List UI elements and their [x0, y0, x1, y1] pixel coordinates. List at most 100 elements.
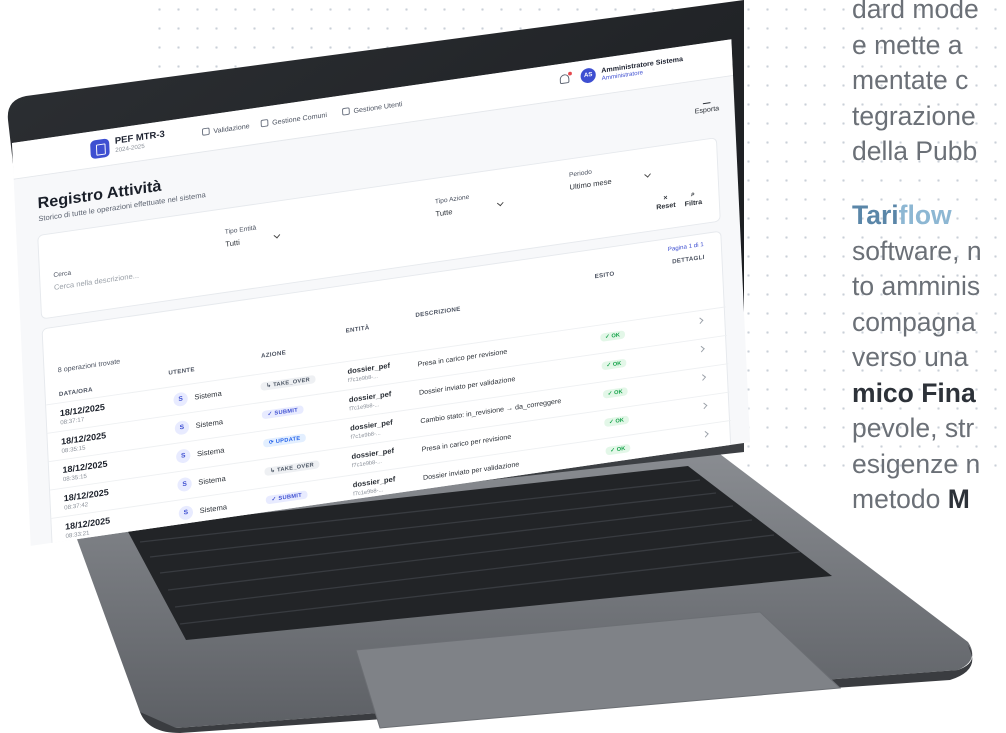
status-badge: ✓ OK — [600, 330, 625, 342]
status-badge: ✓ OK — [605, 443, 631, 456]
cell-user: Sistema — [199, 502, 228, 515]
reset-label: Reset — [656, 200, 676, 212]
cell-description: Dossier inviato per validazione — [418, 374, 516, 397]
copy-line: tegrazione — [852, 100, 976, 131]
chevron-down-icon — [644, 171, 651, 178]
chevron-right-icon[interactable] — [696, 317, 704, 324]
users-icon — [341, 107, 350, 116]
nav-label: Gestione Utenti — [353, 99, 403, 115]
brand-flow: flow — [898, 200, 952, 230]
action-type-select[interactable]: Tutte — [435, 208, 452, 219]
metodo-text: metodo — [852, 484, 948, 514]
copy-line: verso una — [852, 342, 969, 372]
user-avatar: S — [175, 448, 191, 464]
action-label: SUBMIT — [278, 492, 303, 502]
bell-icon[interactable] — [559, 73, 570, 85]
check-icon — [201, 127, 210, 136]
user-avatar: S — [173, 391, 189, 408]
filter-button[interactable]: ⌕ Filtra — [684, 188, 702, 208]
period-label: Periodo — [568, 169, 593, 179]
action-label: UPDATE — [275, 435, 301, 446]
cell-entity: dossier_pef — [347, 361, 391, 376]
search-label: Cerca — [53, 269, 72, 279]
copy-line: software, n — [852, 235, 982, 266]
copy-line: pevole, str — [852, 413, 975, 443]
col-header-user: UTENTE — [168, 366, 195, 377]
pagination-info: Pagina 1 di 1 — [667, 241, 704, 254]
copy-line: mentate c — [852, 65, 969, 95]
col-header-details: DETTAGLI — [671, 254, 705, 266]
brand-tari: Tari — [852, 200, 899, 230]
avatar[interactable]: AS — [580, 67, 597, 84]
cell-entity-id: f7c1e9b8-... — [351, 459, 383, 470]
action-label: SUBMIT — [274, 407, 299, 417]
period-select[interactable]: Ultimo mese — [569, 177, 611, 191]
copy-line: compagna — [852, 306, 976, 337]
cell-user: Sistema — [194, 389, 222, 402]
results-count: 8 operazioni trovate — [57, 356, 121, 375]
user-avatar: S — [174, 419, 190, 436]
cell-description: Presa in carico per revisione — [421, 432, 512, 454]
cell-entity: dossier_pef — [351, 446, 395, 461]
status-label: OK — [613, 389, 623, 397]
paragraph-2: Tariflow software, n to amminis compagna… — [852, 198, 1006, 518]
copy-line: to amminis — [852, 271, 981, 301]
building-icon — [260, 118, 269, 128]
copy-line-bold: mico Fina — [852, 376, 1006, 412]
bold-text: mico Fina — [852, 377, 976, 408]
col-header-date: DATA/ORA — [58, 386, 93, 398]
app-logo-icon[interactable] — [90, 138, 110, 160]
brand-line: Tariflow — [852, 198, 1006, 234]
user-avatar: S — [177, 476, 193, 493]
action-label: TAKE_OVER — [273, 377, 311, 389]
export-label: Esporta — [694, 103, 720, 116]
cell-entity: dossier_pef — [348, 389, 392, 405]
cell-user: Sistema — [196, 446, 225, 459]
paragraph-1: dard mode e mette a mentate c tegrazione… — [852, 0, 1006, 170]
copy-line: esigenze n — [852, 448, 981, 479]
action-badge: ↳ TAKE_OVER — [264, 459, 320, 477]
export-button[interactable]: Esporta — [694, 95, 720, 116]
copy-line: e mette a — [852, 29, 963, 60]
col-header-action: AZIONE — [260, 349, 287, 360]
col-header-entity: ENTITÀ — [345, 324, 370, 335]
chevron-right-icon[interactable] — [698, 345, 705, 353]
cell-entity-id: f7c1e9b8-... — [349, 402, 380, 413]
nav-gestione-comuni[interactable]: Gestione Comuni — [260, 111, 327, 129]
cell-description: Presa in carico per revisione — [417, 347, 508, 369]
action-label: TAKE_OVER — [277, 462, 315, 474]
action-badge: ⟳ UPDATE — [263, 433, 307, 448]
user-avatar: S — [178, 504, 194, 521]
nav-gestione-utenti[interactable]: Gestione Utenti — [341, 99, 403, 117]
chevron-down-icon — [273, 231, 281, 239]
entity-type-label: Tipo Entità — [224, 224, 257, 236]
cell-user: Sistema — [198, 474, 226, 487]
col-header-description: DESCRIZIONE — [415, 305, 461, 319]
status-badge: ✓ OK — [602, 386, 628, 399]
status-label: OK — [611, 332, 621, 340]
action-badge: ↳ TAKE_OVER — [260, 374, 316, 391]
action-badge: ✓ SUBMIT — [265, 490, 308, 505]
cell-entity-id: f7c1e9b8-... — [347, 374, 379, 384]
chevron-down-icon — [496, 199, 504, 207]
reset-button[interactable]: × Reset — [656, 192, 676, 211]
entity-type-select[interactable]: Tutti — [225, 238, 240, 248]
nav-validazione[interactable]: Validazione — [201, 121, 250, 137]
chevron-right-icon[interactable] — [702, 431, 709, 438]
col-header-outcome: ESITO — [594, 270, 615, 281]
marketing-copy: dard mode e mette a mentate c tegrazione… — [852, 0, 1006, 518]
chevron-right-icon[interactable] — [699, 374, 707, 381]
nav-label: Validazione — [213, 121, 250, 136]
copy-line-metodo: metodo M — [852, 482, 1006, 518]
status-label: OK — [615, 417, 625, 425]
bold-text: M — [947, 484, 970, 514]
status-label: OK — [616, 446, 626, 453]
status-badge: ✓ OK — [601, 358, 627, 371]
cell-user: Sistema — [195, 417, 224, 430]
status-badge: ✓ OK — [604, 415, 629, 428]
cell-entity-id: f7c1e9b8-... — [350, 430, 381, 441]
copy-line: della Pubb — [852, 136, 978, 166]
chevron-right-icon[interactable] — [700, 402, 708, 410]
cell-entity: dossier_pef — [349, 418, 393, 433]
copy-line: dard mode — [852, 0, 979, 24]
